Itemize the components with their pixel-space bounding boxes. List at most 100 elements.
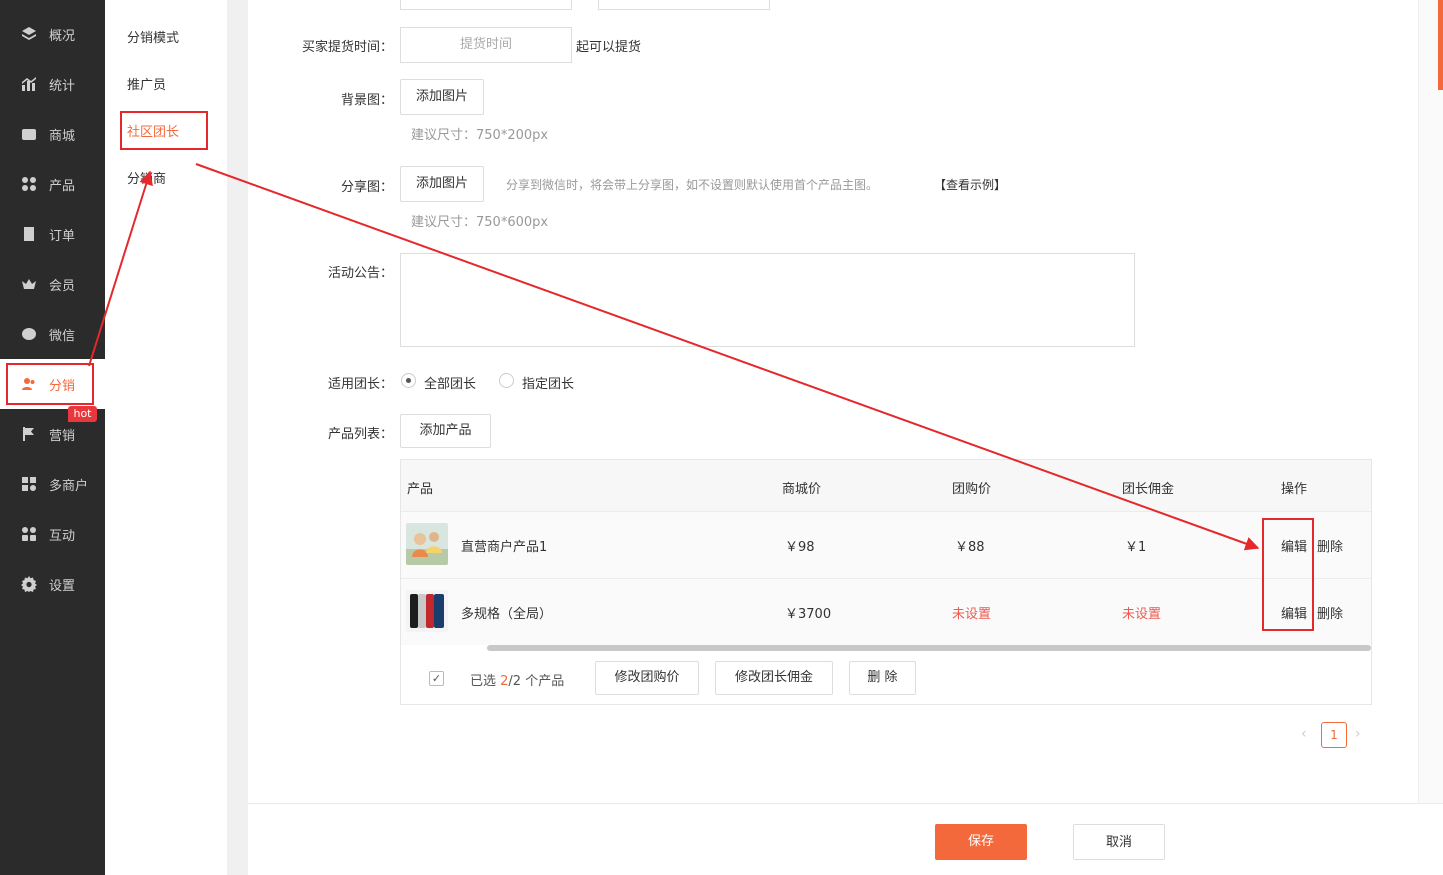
chart-icon (20, 75, 38, 93)
column-header-commission: 团长佣金 (1122, 482, 1175, 497)
sidebar-item-label: 概况 (49, 28, 76, 44)
gear-icon (20, 575, 38, 593)
sidebar-item-label: 统计 (49, 78, 76, 94)
mall-price: ￥98 (785, 540, 815, 555)
bulk-delete-button[interactable]: 删 除 (849, 661, 916, 695)
delete-link[interactable]: 删除 (1317, 536, 1343, 555)
edit-group-price-button[interactable]: 修改团购价 (595, 661, 699, 695)
annotation-box-community-leader (120, 111, 208, 150)
flag-icon (20, 425, 38, 443)
product-thumbnail (406, 590, 448, 632)
column-header-actions: 操作 (1281, 482, 1308, 497)
annotation-box-edit-links (1262, 518, 1314, 631)
order-icon (20, 225, 38, 243)
hot-badge: hot (68, 406, 97, 422)
radio-specific-leaders[interactable] (499, 373, 514, 388)
leader-commission: 未设置 (1122, 607, 1162, 622)
radio-specific-leaders-label[interactable]: 指定团长 (522, 373, 574, 392)
sidebar-item-label: 商城 (49, 128, 76, 144)
next-page-icon[interactable]: › (1355, 726, 1361, 742)
table-row: 多规格（全局） ￥3700 未设置 未设置 编辑 删除 (401, 578, 1371, 645)
selected-count-text: 已选 2/2 个产品 (470, 670, 564, 689)
add-share-image-button[interactable]: 添加图片 (400, 166, 484, 202)
sidebar-item-statistics[interactable]: 统计 (0, 59, 105, 109)
product-thumbnail (406, 523, 448, 565)
submenu-item-distribution-mode[interactable]: 分销模式 (127, 27, 179, 46)
pickup-suffix: 起可以提货 (576, 40, 642, 55)
sidebar-item-orders[interactable]: 订单 (0, 209, 105, 259)
background-size-hint: 建议尺寸：750*200px (411, 128, 549, 143)
mall-price: ￥3700 (785, 607, 832, 622)
cutoff-input-left[interactable] (400, 0, 572, 10)
sidebar-item-label: 订单 (49, 228, 76, 244)
footer-bar: 保存 取消 (248, 803, 1443, 875)
group-price: ￥88 (955, 540, 985, 555)
sidebar-item-label: 营销 (49, 428, 76, 444)
sidebar-item-interaction[interactable]: 互动 (0, 509, 105, 559)
mall-icon (20, 125, 38, 143)
view-example-link[interactable]: 【查看示例】 (934, 176, 1006, 193)
submenu-item-distributor[interactable]: 分销商 (127, 168, 166, 187)
table-horizontal-scrollbar[interactable] (487, 645, 1371, 651)
selected-prefix: 已选 (470, 674, 501, 689)
sidebar-item-mall[interactable]: 商城 (0, 109, 105, 159)
right-scroll-track[interactable] (1418, 0, 1443, 803)
sidebar-item-label: 微信 (49, 328, 76, 344)
notice-textarea[interactable] (400, 253, 1135, 347)
product-table: 产品 商城价 团购价 团长佣金 操作 直营商户产品1 ￥98 ￥88 ￥1 编辑… (400, 459, 1372, 705)
share-size-hint: 建议尺寸：750*600px (411, 215, 549, 230)
interact-icon (20, 525, 38, 543)
content-gutter (227, 0, 248, 875)
notice-label: 活动公告： (327, 266, 393, 281)
sidebar-item-products[interactable]: 产品 (0, 159, 105, 209)
add-background-image-button[interactable]: 添加图片 (400, 79, 484, 115)
crown-icon (20, 275, 38, 293)
pickup-time-label: 买家提货时间： (301, 40, 393, 55)
leader-scope-label: 适用团长： (327, 377, 393, 392)
page-number-current[interactable]: 1 (1321, 722, 1347, 748)
leader-commission: ￥1 (1125, 540, 1147, 555)
table-row: 直营商户产品1 ￥98 ￥88 ￥1 编辑 删除 (401, 511, 1371, 578)
delete-link[interactable]: 删除 (1317, 603, 1343, 622)
select-all-checkbox[interactable]: ✓ (429, 671, 444, 686)
cutoff-input-right[interactable] (598, 0, 770, 10)
share-image-label: 分享图： (340, 180, 393, 195)
sidebar-item-label: 会员 (49, 278, 76, 294)
sidebar-item-label: 互动 (49, 528, 76, 544)
column-header-product: 产品 (407, 482, 434, 497)
grid-icon (20, 175, 38, 193)
annotation-box-distribution (6, 363, 94, 405)
prev-page-icon[interactable]: ‹ (1301, 726, 1307, 742)
submenu-item-promoter[interactable]: 推广员 (127, 74, 166, 93)
sidebar-item-overview[interactable]: 概况 (0, 9, 105, 59)
sidebar-item-settings[interactable]: 设置 (0, 559, 105, 609)
sidebar-item-wechat[interactable]: 微信 (0, 309, 105, 359)
sidebar-item-members[interactable]: 会员 (0, 259, 105, 309)
group-price: 未设置 (952, 607, 992, 622)
cancel-button[interactable]: 取消 (1073, 824, 1165, 860)
main-sidebar: 概况 统计 商城 产品 订单 会员 微信 分销 营销 多商户 互动 设置 (0, 0, 105, 875)
layers-icon (20, 25, 38, 43)
column-header-mall-price: 商城价 (782, 482, 822, 497)
background-image-label: 背景图： (340, 93, 393, 108)
sidebar-item-label: 多商户 (49, 478, 89, 494)
radio-all-leaders[interactable] (401, 373, 416, 388)
edit-commission-button[interactable]: 修改团长佣金 (715, 661, 833, 695)
product-list-label: 产品列表： (327, 427, 393, 442)
scrollbar-thumb[interactable] (1438, 0, 1443, 90)
save-button[interactable]: 保存 (935, 824, 1027, 860)
share-image-tip: 分享到微信时，将会带上分享图，如不设置则默认使用首个产品主图。 (506, 178, 879, 192)
pickup-time-input[interactable]: 提货时间 (400, 27, 572, 63)
column-header-group-price: 团购价 (952, 482, 992, 497)
product-name: 直营商户产品1 (461, 540, 548, 555)
sidebar-item-merchants[interactable]: 多商户 (0, 459, 105, 509)
table-header: 产品 商城价 团购价 团长佣金 操作 (401, 460, 1371, 511)
add-product-button[interactable]: 添加产品 (400, 414, 491, 448)
selected-suffix: /2 个产品 (508, 674, 565, 689)
store-icon (20, 475, 38, 493)
sidebar-item-label: 产品 (49, 178, 76, 194)
wechat-icon (20, 325, 38, 343)
radio-all-leaders-label[interactable]: 全部团长 (424, 373, 476, 392)
product-name: 多规格（全局） (461, 607, 553, 622)
sidebar-item-label: 设置 (49, 578, 76, 594)
